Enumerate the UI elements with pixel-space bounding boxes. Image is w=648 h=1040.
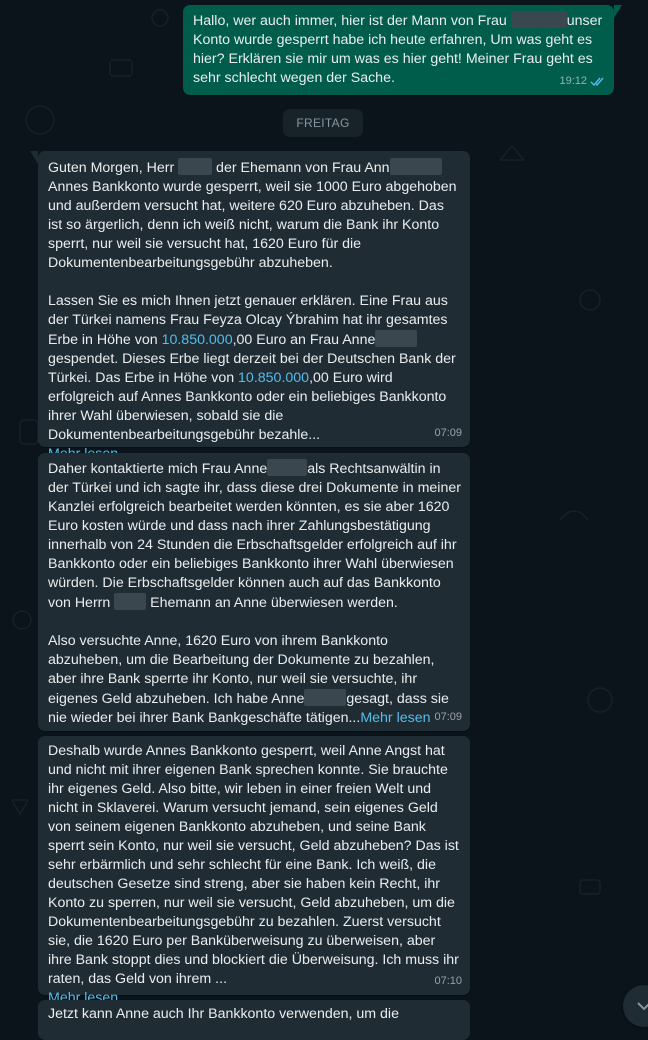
incoming-message[interactable]: Guten Morgen, Herr der Ehemann von Frau … [30,151,470,462]
incoming-message[interactable]: Deshalb wurde Annes Bankkonto gesperrt, … [38,736,470,1006]
redacted-name [304,689,347,706]
phone-number-link[interactable]: 10.850.000 [162,332,233,348]
phone-number-link[interactable]: 10.850.000 [238,370,309,386]
message-time: 07:09 [434,711,462,723]
message-time: 07:10 [434,975,462,987]
redacted-name [389,158,442,175]
message-time: 19:12 [559,75,587,87]
message-text: Daher kontaktierte mich Frau Anne als Rec… [48,459,465,726]
message-meta: 07:10 [434,972,462,991]
read-more-link[interactable]: Mehr lesen [360,710,430,726]
message-meta: 19:12 [559,72,606,91]
incoming-message[interactable]: Daher kontaktierte mich Frau Anne als Rec… [38,453,470,731]
redacted-name [267,459,308,476]
message-time: 07:09 [434,427,462,439]
redacted-name [178,158,213,175]
date-separator: FREITAG [283,109,363,137]
redacted-name [375,330,418,347]
bubble-tail-icon [30,151,38,164]
message-meta: 07:09 [434,424,462,443]
message-meta: 07:09 [434,708,462,727]
chevron-down-icon [637,1001,648,1010]
double-check-icon [590,77,604,87]
redacted-name [510,11,567,28]
message-text: Deshalb wurde Annes Bankkonto gesperrt, … [48,743,463,987]
incoming-message[interactable]: Jetzt kann Anne auch Ihr Bankkonto verwe… [38,1000,470,1040]
bubble-tail-icon [614,5,622,18]
message-text: Jetzt kann Anne auch Ihr Bankkonto verwe… [48,1006,399,1022]
message-text: Guten Morgen, Herr der Ehemann von Frau … [48,158,460,443]
message-text: Hallo, wer auch immer, hier ist der Mann… [193,11,607,86]
outgoing-message[interactable]: Hallo, wer auch immer, hier ist der Mann… [183,5,622,95]
redacted-name [114,593,147,610]
